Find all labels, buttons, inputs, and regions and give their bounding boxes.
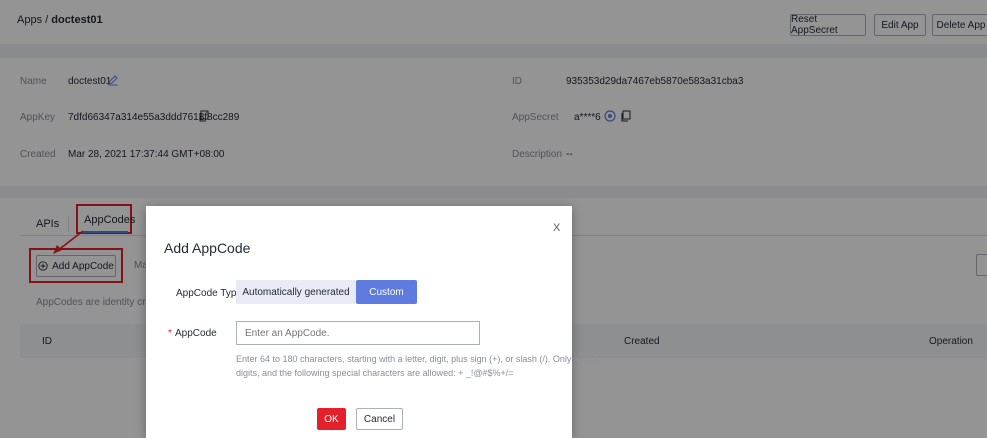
- required-mark: *: [168, 328, 172, 339]
- appcode-type-label: AppCode Type: [176, 288, 242, 299]
- type-auto-option[interactable]: Automatically generated: [236, 280, 356, 304]
- appcode-input[interactable]: [236, 321, 480, 345]
- appcode-label: AppCode: [175, 328, 217, 339]
- add-appcode-dialog: Add AppCode X AppCode Type Automatically…: [146, 206, 601, 438]
- dialog-title: Add AppCode: [164, 240, 251, 256]
- ok-button[interactable]: OK: [317, 408, 346, 430]
- type-custom-option[interactable]: Custom: [356, 280, 417, 304]
- help-text-line1: Enter 64 to 180 characters, starting wit…: [236, 354, 601, 364]
- close-icon[interactable]: X: [553, 222, 560, 234]
- help-text-line2: digits, and the following special charac…: [236, 368, 514, 378]
- cancel-button[interactable]: Cancel: [356, 408, 403, 430]
